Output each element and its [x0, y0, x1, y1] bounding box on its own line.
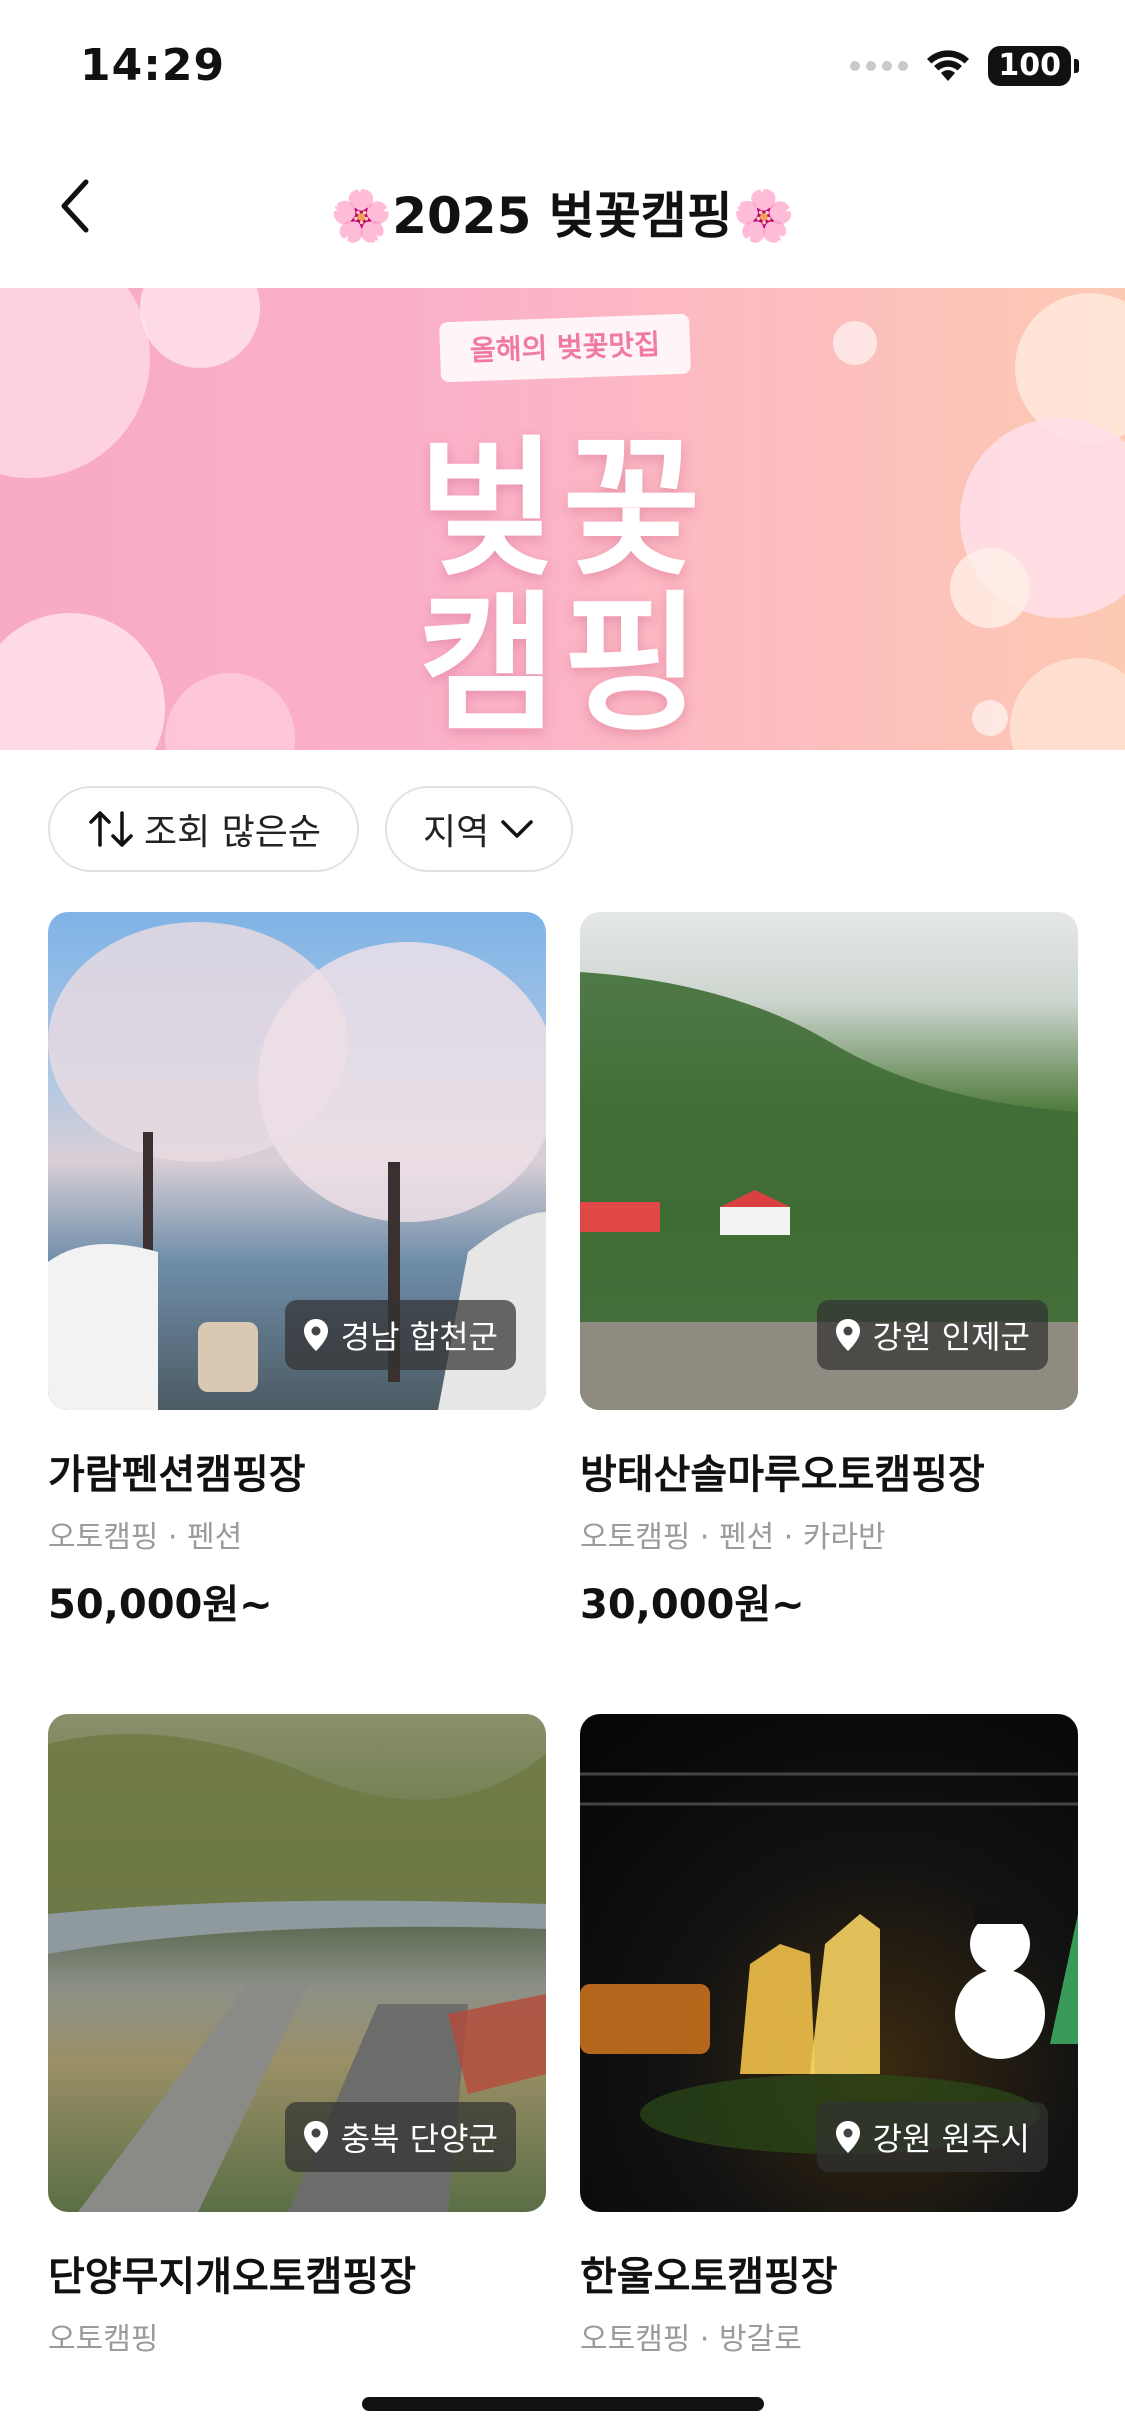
campsite-name: 한울오토캠핑장	[580, 2254, 838, 2300]
campsite-tags: 오토캠핑 · 펜션 · 카라반	[580, 1520, 886, 1555]
campsite-name: 가람펜션캠핑장	[48, 1452, 306, 1498]
region-badge: 충북 단양군	[284, 2102, 516, 2172]
page-title: 🌸2025 벚꽃캠핑🌸	[329, 187, 796, 245]
location-pin-icon	[835, 1319, 860, 1351]
battery-level: 100	[988, 46, 1071, 86]
region-filter-button[interactable]: 지역	[385, 786, 574, 872]
campsite-name: 단양무지개오토캠핑장	[48, 2254, 416, 2300]
home-indicator[interactable]	[362, 2397, 764, 2411]
sort-arrows-icon	[89, 811, 133, 847]
banner-ribbon: 올해의 벚꽃맛집	[439, 313, 691, 383]
location-pin-icon	[835, 2121, 860, 2153]
location-pin-icon	[303, 1319, 328, 1351]
campsite-photo: 강원 인제군	[580, 912, 1078, 1410]
region-badge: 강원 인제군	[816, 1300, 1048, 1370]
filter-row: 조회 많은순 지역	[48, 786, 574, 872]
region-badge: 경남 합천군	[284, 1300, 516, 1370]
campsite-tags: 오토캠핑 · 방갈로	[580, 2322, 802, 2357]
status-time: 14:29	[80, 40, 226, 91]
region-filter-label: 지역	[423, 812, 490, 853]
nav-bar: 🌸2025 벚꽃캠핑🌸	[0, 150, 1125, 270]
campsite-tags: 오토캠핑	[48, 2322, 159, 2357]
chevron-down-icon	[501, 820, 534, 838]
banner-heading-line2: 캠핑	[418, 578, 707, 750]
location-pin-icon	[303, 2121, 328, 2153]
region-label: 강원 원주시	[872, 2120, 1030, 2158]
signal-dots-icon	[850, 61, 909, 71]
status-indicators: 100	[850, 46, 1079, 86]
battery-icon: 100	[988, 46, 1079, 86]
promo-banner[interactable]: 올해의 벚꽃맛집 벚꽃 캠핑	[0, 288, 1125, 750]
campsite-price: 50,000원~	[48, 1582, 273, 1628]
region-label: 강원 인제군	[872, 1318, 1030, 1356]
campsite-card[interactable]: 충북 단양군 단양무지개오토캠핑장 오토캠핑	[48, 1714, 546, 2374]
campsite-card[interactable]: 강원 원주시 한울오토캠핑장 오토캠핑 · 방갈로	[580, 1714, 1078, 2374]
sort-label: 조회 많은순	[144, 812, 322, 853]
wifi-icon	[927, 50, 970, 81]
campsite-grid: 경남 합천군 가람펜션캠핑장 오토캠핑 · 펜션 50,000원~ 강원 인제군	[48, 912, 1078, 2374]
campsite-tags: 오토캠핑 · 펜션	[48, 1520, 243, 1555]
campsite-price: 30,000원~	[580, 1582, 805, 1628]
sort-button[interactable]: 조회 많은순	[48, 786, 360, 872]
campsite-photo: 강원 원주시	[580, 1714, 1078, 2212]
campsite-photo: 충북 단양군	[48, 1714, 546, 2212]
region-badge: 강원 원주시	[816, 2102, 1048, 2172]
campsite-card[interactable]: 경남 합천군 가람펜션캠핑장 오토캠핑 · 펜션 50,000원~	[48, 912, 546, 1630]
campsite-name: 방태산솔마루오토캠핑장	[580, 1452, 985, 1498]
region-label: 경남 합천군	[340, 1318, 498, 1356]
campsite-photo: 경남 합천군	[48, 912, 546, 1410]
status-bar: 14:29 100	[0, 0, 1125, 140]
region-label: 충북 단양군	[340, 2120, 498, 2158]
campsite-card[interactable]: 강원 인제군 방태산솔마루오토캠핑장 오토캠핑 · 펜션 · 카라반 30,00…	[580, 912, 1078, 1630]
